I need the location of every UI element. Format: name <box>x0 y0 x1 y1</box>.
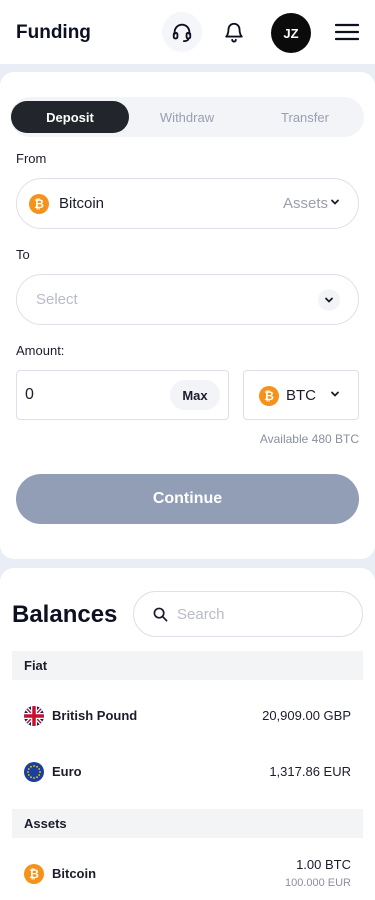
chevron-down-icon <box>331 199 339 205</box>
currency-value: BTC <box>286 387 316 404</box>
support-button[interactable] <box>162 12 202 52</box>
tab-transfer[interactable]: Transfer <box>246 101 364 133</box>
tab-deposit[interactable]: Deposit <box>11 101 129 133</box>
bitcoin-icon: ₿ <box>259 386 279 406</box>
headset-icon <box>172 23 192 43</box>
list-item[interactable]: Euro 1,317.86 EUR <box>12 752 363 792</box>
chevron-down-icon <box>331 391 339 397</box>
max-button[interactable]: Max <box>170 380 220 410</box>
search-input[interactable]: Search <box>133 591 363 637</box>
uk-flag-icon <box>24 706 44 726</box>
funding-card: Deposit Withdraw Transfer From ₿ Bitcoin… <box>0 72 375 559</box>
row-name: British Pound <box>52 708 138 723</box>
bell-icon <box>225 22 243 43</box>
search-icon <box>153 607 168 622</box>
balances-card: Balances Search Fiat British Pound 20,90… <box>0 568 375 900</box>
available-balance: Available 480 BTC <box>259 432 359 446</box>
balances-title: Balances <box>12 601 118 628</box>
from-type: Assets <box>282 195 328 212</box>
notifications-button[interactable] <box>214 12 254 52</box>
row-name: Euro <box>52 764 82 779</box>
row-amount: 20,909.00 GBP <box>262 708 351 723</box>
to-placeholder: Select <box>36 291 78 308</box>
tab-withdraw[interactable]: Withdraw <box>128 101 246 133</box>
row-amount: 1.00 BTC <box>296 857 351 872</box>
menu-button[interactable] <box>327 12 367 52</box>
list-item[interactable]: British Pound 20,909.00 GBP <box>12 696 363 736</box>
bitcoin-icon: ₿ <box>24 864 44 884</box>
row-amount: 1,317.86 EUR <box>269 764 351 779</box>
list-item[interactable]: ₿ Bitcoin 1.00 BTC 100.000 EUR <box>12 850 363 900</box>
to-label: To <box>16 247 30 262</box>
section-header-assets: Assets <box>12 809 363 838</box>
currency-select[interactable]: ₿ BTC <box>243 370 359 420</box>
continue-button[interactable]: Continue <box>16 474 359 524</box>
from-label: From <box>16 151 47 166</box>
eu-flag-icon <box>24 762 44 782</box>
search-placeholder: Search <box>177 606 225 623</box>
row-name: Bitcoin <box>52 866 97 881</box>
section-header-fiat: Fiat <box>12 651 363 680</box>
amount-value: 0 <box>25 386 34 403</box>
page-title: Funding <box>16 22 91 43</box>
top-bar: Funding JZ <box>0 0 375 64</box>
from-value: Bitcoin <box>59 195 105 212</box>
chevron-down-icon <box>318 289 340 311</box>
row-sub-amount: 100.000 EUR <box>284 877 351 889</box>
from-select[interactable]: ₿ Bitcoin Assets <box>16 178 359 229</box>
amount-input[interactable]: 0 Max <box>16 370 229 420</box>
bitcoin-icon: ₿ <box>29 194 49 214</box>
funding-tabs: Deposit Withdraw Transfer <box>10 97 364 137</box>
to-select[interactable]: Select <box>16 274 359 325</box>
amount-label: Amount: <box>16 343 65 358</box>
menu-icon <box>335 23 359 41</box>
avatar[interactable]: JZ <box>271 13 311 53</box>
